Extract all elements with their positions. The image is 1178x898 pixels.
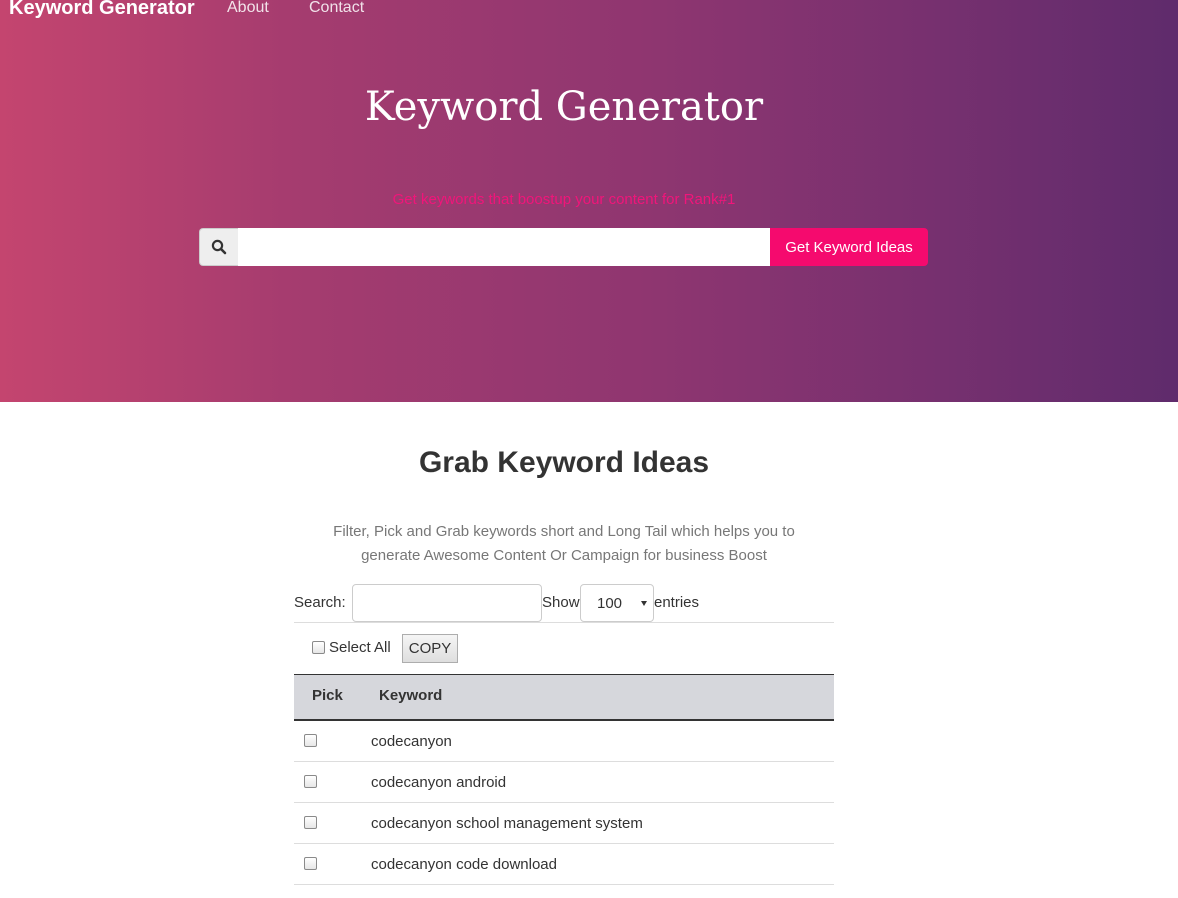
row-checkbox[interactable] [304, 816, 317, 829]
row-checkbox[interactable] [304, 734, 317, 747]
hero-tagline: Get keywords that boostup your content f… [392, 191, 736, 208]
section-title: Grab Keyword Ideas [418, 446, 710, 479]
row-divider [294, 761, 834, 762]
filter-search-input[interactable] [352, 584, 542, 622]
column-header-keyword[interactable]: Keyword [379, 687, 442, 704]
table-header: Pick Keyword [294, 674, 834, 721]
caret-down-icon [641, 601, 647, 606]
row-checkbox[interactable] [304, 775, 317, 788]
divider [294, 622, 834, 623]
row-checkbox[interactable] [304, 857, 317, 870]
filter-search-label: Search: [294, 594, 346, 611]
select-all-checkbox[interactable] [312, 641, 325, 654]
keyword-cell: codecanyon school management system [371, 815, 643, 832]
entries-label: entries [654, 594, 700, 611]
hero-title: Keyword Generator [364, 84, 764, 130]
keyword-search-input[interactable] [238, 228, 770, 266]
nav-link-about[interactable]: About [227, 0, 269, 22]
keyword-search-group: Get Keyword Ideas [199, 228, 929, 266]
copy-button[interactable]: COPY [402, 634, 458, 663]
navbar-brand[interactable]: Keyword Generator [9, 0, 195, 22]
show-label: Show [542, 594, 580, 611]
keyword-cell: codecanyon android [371, 774, 507, 791]
entries-select-value: 100 [597, 595, 623, 612]
keyword-cell: codecanyon code download [371, 856, 557, 873]
search-icon [211, 239, 227, 255]
column-header-pick[interactable]: Pick [312, 687, 343, 704]
row-divider [294, 843, 834, 844]
keyword-cell: codecanyon [371, 733, 452, 750]
get-keyword-ideas-button[interactable]: Get Keyword Ideas [770, 228, 928, 266]
row-divider [294, 802, 834, 803]
section-description: Filter, Pick and Grab keywords short and… [333, 523, 795, 564]
nav-link-contact[interactable]: Contact [309, 0, 364, 22]
hero-banner: Keyword Generator About Contact Keyword … [0, 0, 1178, 402]
select-all-label: Select All [329, 639, 391, 656]
row-divider [294, 884, 834, 885]
entries-select[interactable]: 100 [580, 584, 654, 622]
search-addon [199, 228, 238, 266]
